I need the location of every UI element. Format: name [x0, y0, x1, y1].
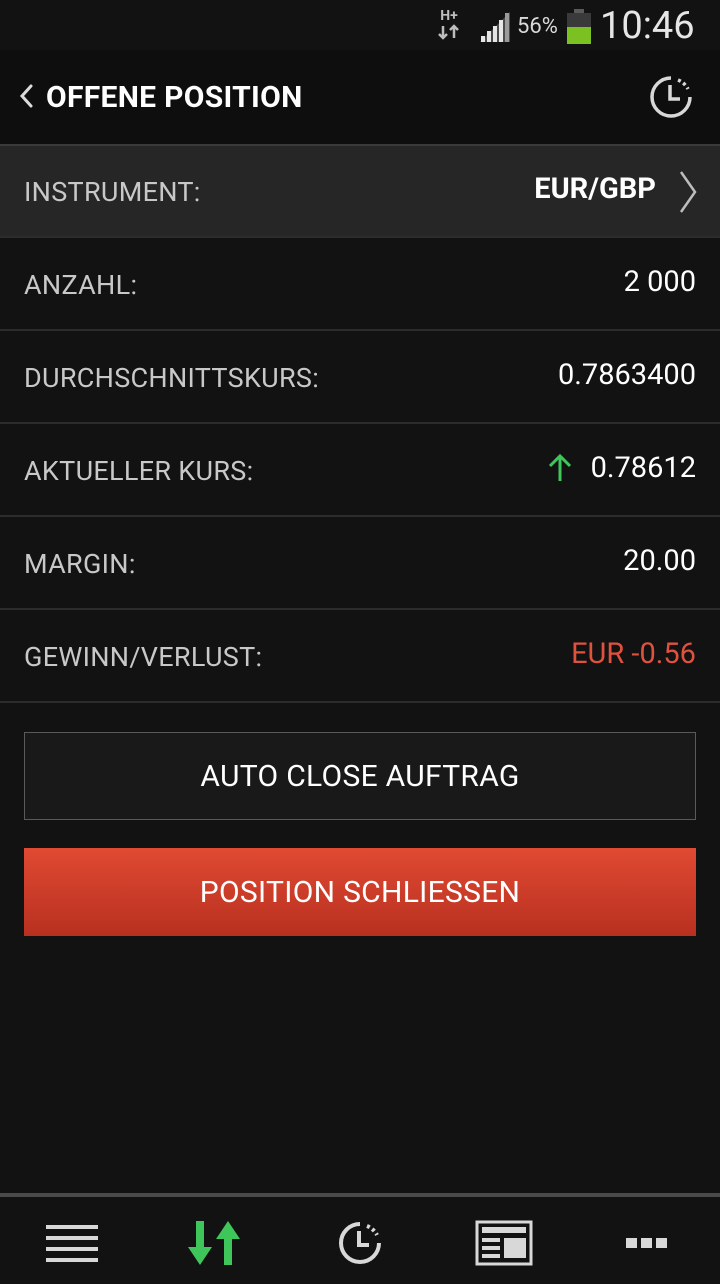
margin-row: MARGIN: 20.00: [0, 518, 720, 610]
battery-icon: [567, 9, 591, 44]
close-position-button[interactable]: POSITION SCHLIESSEN: [24, 848, 696, 936]
data-transfer-icon: [438, 24, 459, 40]
quantity-row: ANZAHL: 2 000: [0, 239, 720, 331]
average-price-row: DURCHSCHNITTSKURS: 0.7863400: [0, 332, 720, 424]
quantity-label: ANZAHL:: [24, 269, 138, 301]
average-price-label: DURCHSCHNITTSKURS:: [24, 362, 320, 394]
average-price-value: 0.7863400: [557, 358, 696, 392]
instrument-label: INSTRUMENT:: [24, 176, 201, 208]
clock-time: 10:46: [600, 4, 695, 48]
current-price-row: AKTUELLER KURS: 0.78612: [0, 425, 720, 517]
profit-loss-label: GEWINN/VERLUST:: [24, 641, 263, 673]
chevron-right-icon: [679, 171, 697, 213]
history-clock-icon[interactable]: [648, 74, 694, 120]
quantity-value: 2 000: [623, 265, 696, 299]
history-clock-icon[interactable]: [330, 1219, 390, 1267]
network-type: H+: [440, 8, 458, 24]
app-bar: OFFENE POSITION: [0, 50, 720, 146]
instrument-value: EUR/GBP: [534, 172, 656, 206]
status-bar: H+ 56% 10:46: [0, 0, 720, 50]
page-title: OFFENE POSITION: [46, 80, 303, 115]
battery-percent: 56%: [517, 14, 558, 39]
network-indicator: H+: [436, 8, 462, 44]
bottom-navigation: [0, 1193, 720, 1284]
trade-arrows-icon[interactable]: [186, 1219, 246, 1267]
news-icon[interactable]: [474, 1219, 534, 1267]
auto-close-order-button[interactable]: AUTO CLOSE AUFTRAG: [24, 732, 696, 820]
arrow-up-icon: [548, 453, 572, 481]
margin-label: MARGIN:: [24, 548, 136, 580]
menu-icon[interactable]: [42, 1219, 102, 1267]
profit-loss-value: EUR -0.56: [571, 637, 696, 671]
more-icon[interactable]: [616, 1219, 676, 1267]
profit-loss-row: GEWINN/VERLUST: EUR -0.56: [0, 611, 720, 703]
back-chevron-icon[interactable]: [14, 82, 42, 110]
margin-value: 20.00: [623, 544, 696, 578]
current-price-value: 0.78612: [590, 451, 696, 485]
current-price-label: AKTUELLER KURS:: [24, 455, 254, 487]
instrument-row[interactable]: INSTRUMENT: EUR/GBP: [0, 146, 720, 238]
signal-icon: [480, 12, 510, 42]
